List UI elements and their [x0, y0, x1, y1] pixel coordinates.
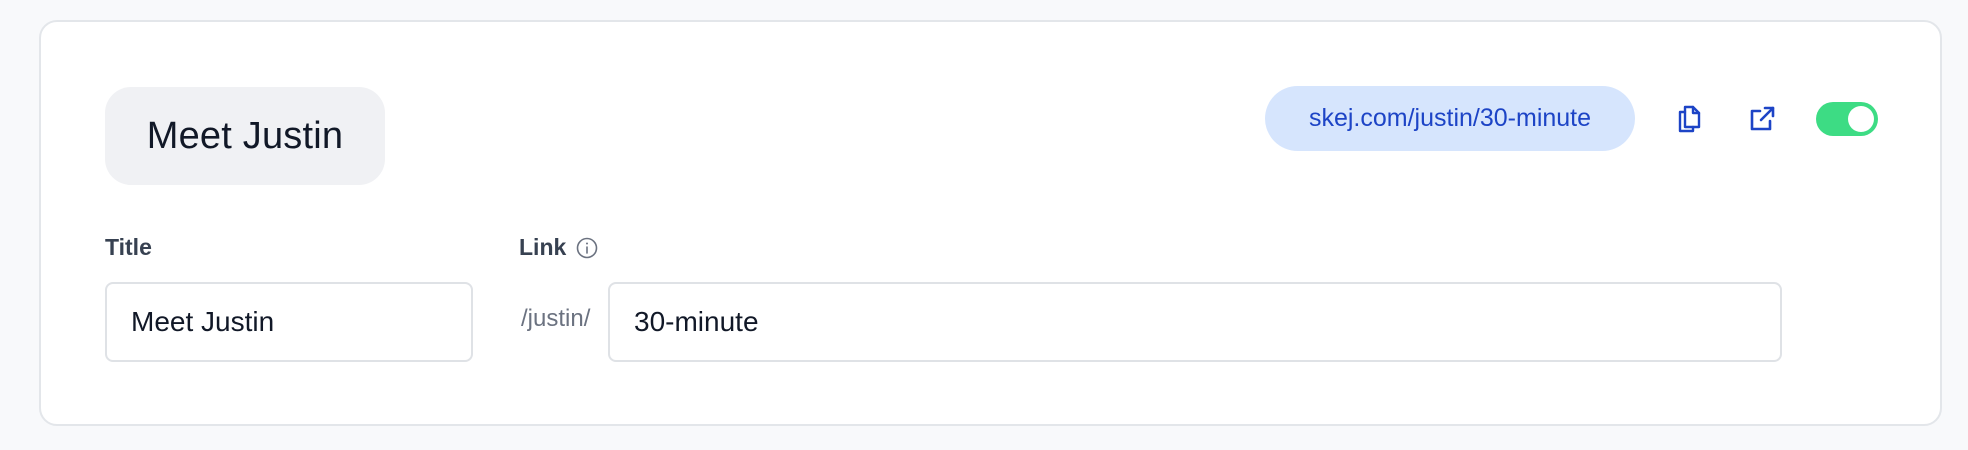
title-label: Title: [105, 234, 152, 260]
booking-url-link[interactable]: skej.com/justin/30-minute: [1265, 86, 1635, 151]
link-prefix: /justin/: [521, 305, 591, 332]
info-icon[interactable]: [575, 236, 599, 260]
link-label-row: Link: [519, 234, 599, 261]
title-input[interactable]: [105, 282, 473, 362]
copy-link-button[interactable]: [1669, 99, 1709, 139]
open-link-button[interactable]: [1742, 99, 1782, 139]
event-enabled-toggle[interactable]: [1816, 102, 1878, 136]
toggle-knob: [1848, 106, 1874, 132]
link-slug-input[interactable]: [608, 282, 1782, 362]
external-link-icon: [1750, 106, 1775, 131]
copy-icon: [1678, 105, 1701, 133]
event-name-pill: Meet Justin: [105, 87, 385, 185]
link-label: Link: [519, 234, 567, 260]
event-type-card: Meet Justin skej.com/justin/30-minute Ti…: [39, 20, 1942, 426]
